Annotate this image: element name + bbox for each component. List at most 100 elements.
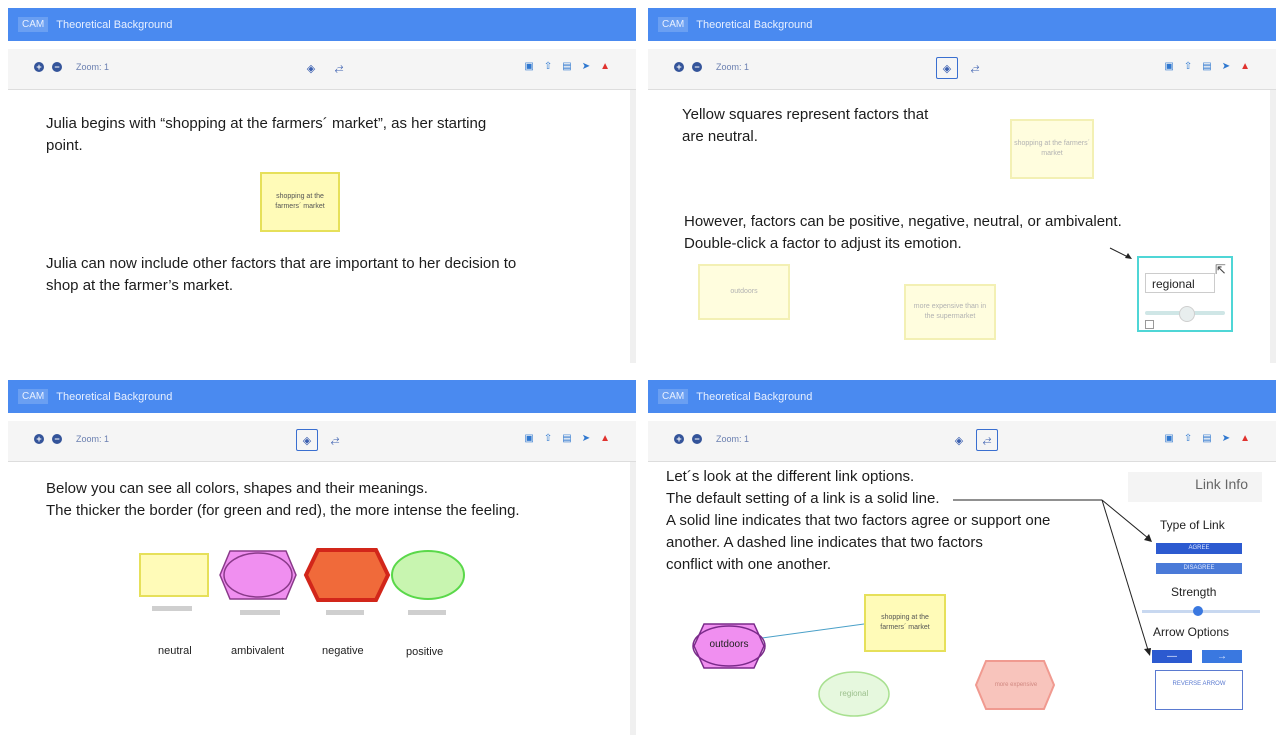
save-icon[interactable]: ▣ [524,61,533,72]
toolbar: + − Zoom: 1 ◈ ⥄ ▣ ⇧ ▤ ➤ ▲ [8,421,636,462]
strength-label: Strength [1171,585,1217,599]
factor-node-expensive[interactable]: more expensive [988,676,1044,694]
arrow-options-label: Arrow Options [1153,625,1230,639]
delete-icon[interactable]: ▲ [600,61,610,72]
app-brand[interactable]: CAM [18,17,49,32]
upload-icon[interactable]: ⇧ [544,61,552,72]
factor-node-expensive[interactable]: more expensive than in the supermarket [904,284,996,340]
zoom-out-icon[interactable]: − [52,62,62,72]
type-of-link-label: Type of Link [1160,518,1225,532]
document-icon[interactable]: ▤ [562,61,571,72]
save-icon[interactable]: ▣ [1164,61,1173,72]
factor-node-regional[interactable]: regional [824,688,884,700]
toolbar: + − Zoom: 1 ◈ ⥄ ▣ ⇧ ▤ ➤ ▲ [648,49,1276,90]
emotion-slider-thumb[interactable] [1179,306,1195,322]
app-bar: CAM Theoretical Background [8,380,636,413]
emotion-line-1: However, factors can be positive, negati… [684,213,1122,230]
add-node-icon[interactable]: ◈ [296,429,318,451]
add-node-icon[interactable]: ◈ [936,57,958,79]
app-title: Theoretical Background [56,18,173,31]
emotion-text: However, factors can be positive, negati… [684,211,1244,255]
neutral-line-1: Yellow squares represent factors that [682,106,929,123]
emotion-editor[interactable]: regional ⇱ [1137,256,1233,332]
document-icon[interactable]: ▤ [1202,61,1211,72]
neutral-placeholder [152,606,192,611]
zoom-out-icon[interactable]: − [52,434,62,444]
strength-slider-thumb[interactable] [1193,606,1203,616]
panel-legend: CAM Theoretical Background + − Zoom: 1 ◈… [8,380,636,735]
zoom-level: Zoom: 1 [716,62,750,72]
disagree-button[interactable]: DISAGREE [1156,563,1242,574]
app-bar: CAM Theoretical Background [648,8,1276,41]
panel-emotions: CAM Theoretical Background + − Zoom: 1 ◈… [648,8,1276,363]
neutral-line-2: are neutral. [682,128,758,145]
legend-label-ambivalent: ambivalent [231,645,285,657]
agree-button[interactable]: AGREE [1156,543,1242,554]
legend-line-1: Below you can see all colors, shapes and… [46,480,428,497]
delete-icon[interactable]: ▲ [600,433,610,444]
ambivalent-shape-hex [219,550,297,600]
scrollbar[interactable] [1270,90,1276,363]
zoom-in-icon[interactable]: + [34,62,44,72]
app-brand[interactable]: CAM [658,17,689,32]
zoom-level: Zoom: 1 [76,62,110,72]
scrollbar[interactable] [630,90,636,363]
intro-line-1: Julia begins with “shopping at the farme… [46,115,487,132]
app-title: Theoretical Background [696,18,813,31]
no-arrow-button[interactable]: — [1152,650,1192,663]
negative-shape [303,548,391,602]
zoom-in-icon[interactable]: + [674,62,684,72]
factor-node-shopping-faded[interactable]: shopping at the farmers´ market [1010,119,1094,179]
zoom-in-icon[interactable]: + [34,434,44,444]
panel-links: CAM Theoretical Background + − Zoom: 1 ◈… [648,380,1276,735]
reverse-arrow-button[interactable]: REVERSE ARROW [1155,670,1243,710]
arrow-right-button[interactable]: → [1202,650,1242,663]
legend-label-neutral: neutral [158,645,192,657]
factor-node-outdoors[interactable]: outdoors [698,638,760,652]
app-brand[interactable]: CAM [18,389,49,404]
add-node-icon[interactable]: ◈ [300,57,322,79]
include-line-2: shop at the farmer’s market. [46,277,234,294]
send-icon[interactable]: ➤ [582,433,590,444]
panel-intro: CAM Theoretical Background + − Zoom: 1 ◈… [8,8,636,363]
legend-shapes [139,548,465,602]
emotion-checkbox[interactable] [1145,320,1154,329]
factor-node-shopping[interactable]: shopping at the farmers´ market [864,594,946,652]
factor-node-shopping[interactable]: shopping at the farmers´ market [260,172,340,232]
send-icon[interactable]: ➤ [1222,61,1230,72]
document-icon[interactable]: ▤ [562,433,571,444]
emotion-line-2: Double-click a factor to adjust its emot… [684,235,962,252]
connect-link-icon[interactable]: ⥄ [964,57,986,79]
factor-name-input[interactable]: regional [1145,273,1215,293]
scrollbar[interactable] [630,462,636,735]
include-text: Julia can now include other factors that… [46,253,626,297]
connect-link-icon[interactable]: ⥄ [328,57,350,79]
legend-text: Below you can see all colors, shapes and… [46,478,626,522]
neutral-shape [139,553,209,597]
delete-icon[interactable]: ▲ [1240,61,1250,72]
intro-line-2: point. [46,137,83,154]
ambivalent-placeholder [240,610,280,615]
pointer-arrow-icon [1109,247,1132,259]
link-info-header: Link Info [1128,472,1262,502]
positive-placeholder [408,610,446,615]
intro-text: Julia begins with “shopping at the farme… [46,113,606,157]
app-title: Theoretical Background [56,390,173,403]
zoom-level: Zoom: 1 [76,434,110,444]
toolbar: + − Zoom: 1 ◈ ⥄ ▣ ⇧ ▤ ➤ ▲ [8,49,636,90]
cursor-icon: ⇱ [1215,262,1226,277]
save-icon[interactable]: ▣ [524,433,533,444]
factor-node-outdoors[interactable]: outdoors [698,264,790,320]
upload-icon[interactable]: ⇧ [544,433,552,444]
link-info-title: Link Info [1195,476,1248,492]
positive-shape [391,550,465,600]
neutral-text: Yellow squares represent factors that ar… [682,104,1002,148]
zoom-out-icon[interactable]: − [692,62,702,72]
negative-placeholder [326,610,364,615]
legend-label-negative: negative [322,645,364,657]
connect-link-icon[interactable]: ⥄ [324,429,346,451]
legend-line-2: The thicker the border (for green and re… [46,502,520,519]
app-bar: CAM Theoretical Background [8,8,636,41]
upload-icon[interactable]: ⇧ [1184,61,1192,72]
send-icon[interactable]: ➤ [582,61,590,72]
